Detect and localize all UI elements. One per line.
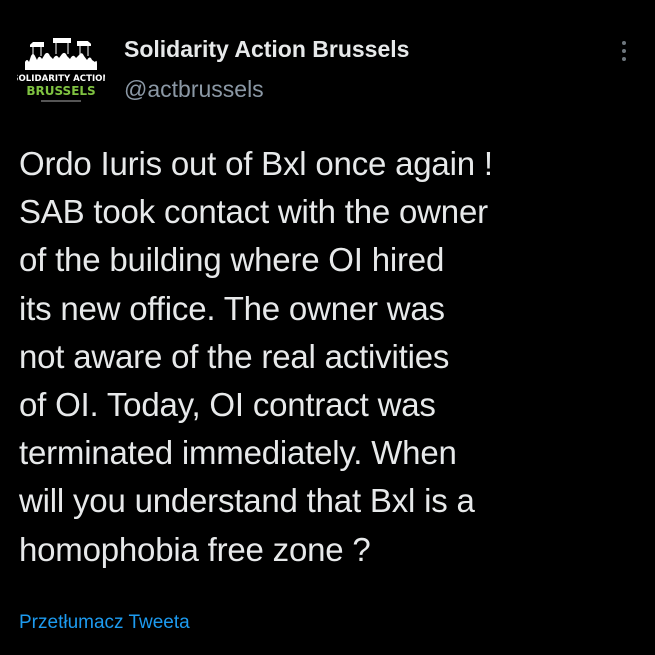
tweet-text: Ordo Iuris out of Bxl once again ! SAB t… [19, 140, 644, 574]
tweet-text-line: Ordo Iuris out of Bxl once again ! [19, 145, 493, 182]
tweet-text-line: its new office. The owner was [19, 289, 445, 327]
tweet-text-line: not aware of the real activities [19, 337, 450, 375]
tweet-card: SOLIDARITY ACTION BRUSSELS Solidarity Ac… [0, 0, 655, 655]
author-handle[interactable]: @actbrussels [124, 76, 264, 103]
author-display-name[interactable]: Solidarity Action Brussels [124, 36, 409, 63]
tweet-text-line: terminated immediately. When [19, 434, 457, 472]
avatar[interactable]: SOLIDARITY ACTION BRUSSELS [17, 32, 105, 120]
avatar-line1: SOLIDARITY ACTION [17, 74, 105, 84]
translate-tweet-link[interactable]: Przetłumacz Tweeta [19, 612, 190, 634]
tweet-text-line: SAB took contact with the owner [19, 193, 488, 231]
tweet-text-line: will you understand that Bxl is a [19, 482, 475, 520]
more-options-icon[interactable] [614, 38, 634, 66]
tweet-text-line: homophobia free zone ? [19, 530, 371, 568]
avatar-line2: BRUSSELS [26, 84, 95, 98]
tweet-text-line: of the building where OI hired [19, 241, 445, 279]
tweet-text-line: of OI. Today, OI contract was [19, 386, 436, 424]
protest-crowd-logo-icon: SOLIDARITY ACTION BRUSSELS [17, 32, 105, 120]
